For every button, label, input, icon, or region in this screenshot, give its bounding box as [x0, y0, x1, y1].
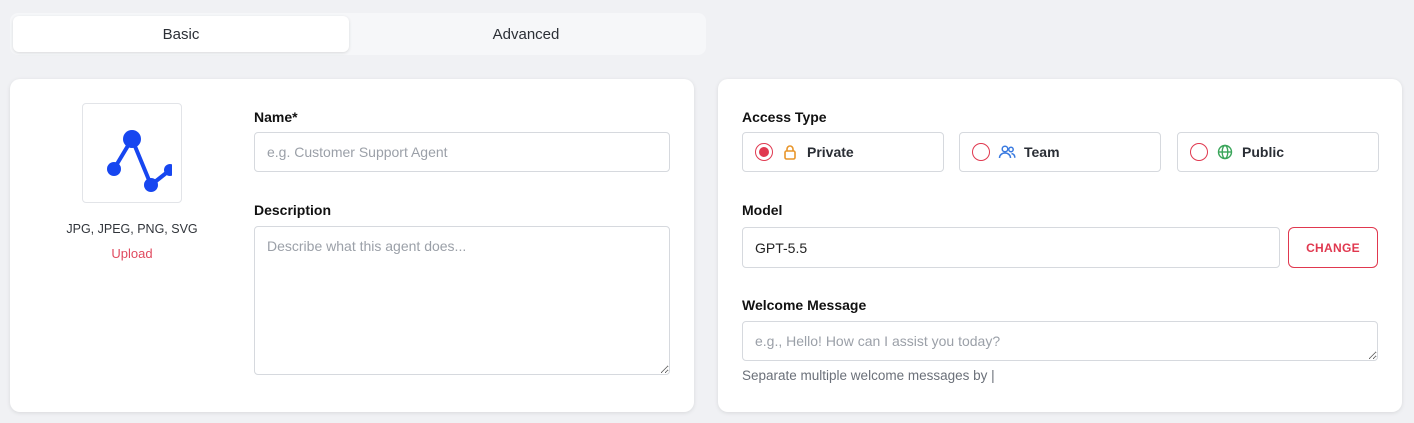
description-textarea[interactable]	[254, 226, 670, 375]
model-label: Model	[742, 202, 783, 218]
access-option-label: Team	[1024, 144, 1060, 160]
welcome-message-textarea[interactable]	[742, 321, 1378, 361]
name-input[interactable]	[254, 132, 670, 172]
change-model-button[interactable]: CHANGE	[1288, 227, 1378, 268]
image-formats-text: JPG, JPEG, PNG, SVG	[66, 222, 198, 236]
upload-link[interactable]: Upload	[52, 246, 212, 261]
lock-icon	[781, 143, 799, 161]
access-option-public[interactable]: Public	[1177, 132, 1379, 172]
model-value: GPT-5.5	[755, 239, 808, 256]
radio-team[interactable]	[972, 143, 990, 161]
access-type-label: Access Type	[742, 109, 827, 125]
access-option-label: Private	[807, 144, 854, 160]
team-icon	[998, 143, 1016, 161]
welcome-message-hint: Separate multiple welcome messages by |	[742, 368, 995, 383]
tab-basic[interactable]: Basic	[13, 16, 349, 52]
radio-private[interactable]	[755, 143, 773, 161]
description-label: Description	[254, 202, 332, 218]
tab-bar: Basic Advanced	[10, 13, 706, 55]
radio-public[interactable]	[1190, 143, 1208, 161]
name-label: Name*	[254, 109, 298, 125]
access-option-team[interactable]: Team	[959, 132, 1161, 172]
globe-icon	[1216, 143, 1234, 161]
settings-card: Access Type Private Team Public Model GP…	[718, 79, 1402, 412]
tab-advanced[interactable]: Advanced	[349, 16, 703, 52]
agent-network-logo-icon	[107, 130, 172, 192]
welcome-message-label: Welcome Message	[742, 297, 867, 313]
agent-avatar[interactable]	[82, 103, 182, 203]
access-option-private[interactable]: Private	[742, 132, 944, 172]
model-field: GPT-5.5	[742, 227, 1280, 268]
basic-info-card: JPG, JPEG, PNG, SVG Upload Name* Descrip…	[10, 79, 694, 412]
access-option-label: Public	[1242, 144, 1285, 160]
